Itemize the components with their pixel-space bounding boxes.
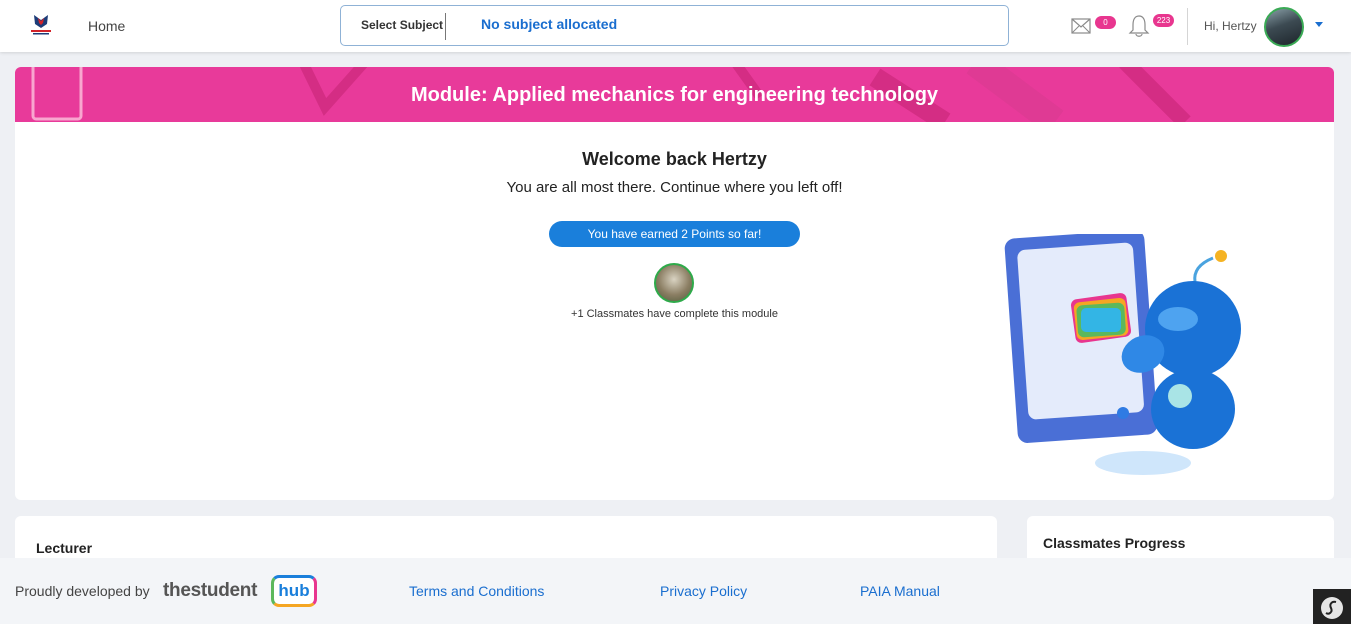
subject-selector-label: Select Subject <box>361 18 444 32</box>
classmate-avatar[interactable] <box>654 263 694 303</box>
classmates-progress-title: Classmates Progress <box>1043 535 1186 551</box>
thestudenthub-logo[interactable]: thestudent hub <box>163 575 319 609</box>
notification-count-badge: 223 <box>1153 14 1174 27</box>
module-banner: Module: Applied mechanics for engineerin… <box>15 67 1334 122</box>
user-avatar[interactable] <box>1264 7 1304 47</box>
bell-icon[interactable] <box>1128 14 1150 38</box>
privacy-link[interactable]: Privacy Policy <box>660 583 747 599</box>
points-badge: You have earned 2 Points so far! <box>549 221 800 247</box>
user-greeting: Hi, Hertzy <box>1204 19 1257 33</box>
symfony-toolbar-icon[interactable] <box>1313 589 1351 624</box>
header-divider <box>1187 8 1188 45</box>
chevron-down-icon[interactable] <box>1315 22 1323 27</box>
institution-logo[interactable] <box>28 12 54 38</box>
mail-icon[interactable] <box>1071 18 1091 34</box>
top-navbar: Home Select Subject No subject allocated… <box>0 0 1351 52</box>
brand-box-text: hub <box>278 581 310 600</box>
module-title: Module: Applied mechanics for engineerin… <box>410 84 939 106</box>
subject-selected-value[interactable]: No subject allocated <box>481 16 617 32</box>
robot-illustration <box>1004 234 1241 475</box>
brand-box: hub <box>271 575 317 607</box>
subject-selector[interactable]: Select Subject No subject allocated <box>340 5 1009 46</box>
page-footer: Proudly developed by thestudent hub Term… <box>0 558 1351 624</box>
lecturer-card-title: Lecturer <box>36 540 93 556</box>
paia-link[interactable]: PAIA Manual <box>860 583 940 599</box>
terms-link[interactable]: Terms and Conditions <box>409 583 544 599</box>
brand-text: thestudent <box>163 580 258 601</box>
home-link[interactable]: Home <box>88 18 125 34</box>
mail-count-badge: 0 <box>1095 16 1116 29</box>
developed-by-text: Proudly developed by <box>15 583 150 599</box>
welcome-card: Welcome back Hertzy You are all most the… <box>15 122 1334 500</box>
subject-divider <box>445 13 446 40</box>
welcome-subtitle: You are all most there. Continue where y… <box>506 179 843 196</box>
welcome-title: Welcome back Hertzy <box>582 149 767 169</box>
